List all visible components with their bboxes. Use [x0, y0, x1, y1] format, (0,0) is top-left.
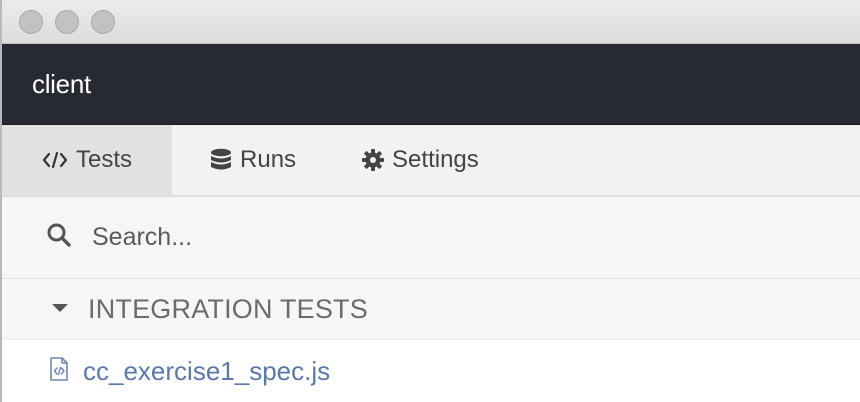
gear-icon	[362, 149, 385, 171]
tab-settings-label: Settings	[392, 146, 479, 173]
app-header: client	[2, 44, 860, 125]
window-minimize-button[interactable]	[55, 9, 79, 34]
caret-down-icon	[52, 300, 68, 318]
tab-bar: Tests Runs Settings	[2, 125, 860, 197]
window-close-button[interactable]	[19, 9, 43, 34]
spec-file-name: cc_exercise1_spec.js	[83, 355, 331, 386]
search-icon	[46, 222, 72, 253]
window-titlebar	[2, 0, 860, 44]
spec-file-item[interactable]: cc_exercise1_spec.js	[2, 340, 860, 402]
section-label: INTEGRATION TESTS	[88, 293, 368, 324]
search-input[interactable]	[90, 222, 694, 253]
tab-tests-label: Tests	[76, 146, 133, 173]
code-file-icon	[49, 356, 69, 386]
code-icon	[42, 150, 68, 170]
database-icon	[210, 148, 232, 172]
tab-tests[interactable]: Tests	[2, 125, 173, 195]
integration-tests-header[interactable]: INTEGRATION TESTS	[2, 279, 860, 340]
window-maximize-button[interactable]	[91, 9, 115, 34]
tab-settings[interactable]: Settings	[324, 125, 507, 195]
search-bar	[2, 197, 860, 279]
app-window: client Tests Runs Settings Search... INT…	[0, 0, 860, 402]
tab-runs[interactable]: Runs	[172, 125, 324, 195]
tab-runs-label: Runs	[240, 146, 297, 173]
project-title: client	[32, 68, 91, 99]
